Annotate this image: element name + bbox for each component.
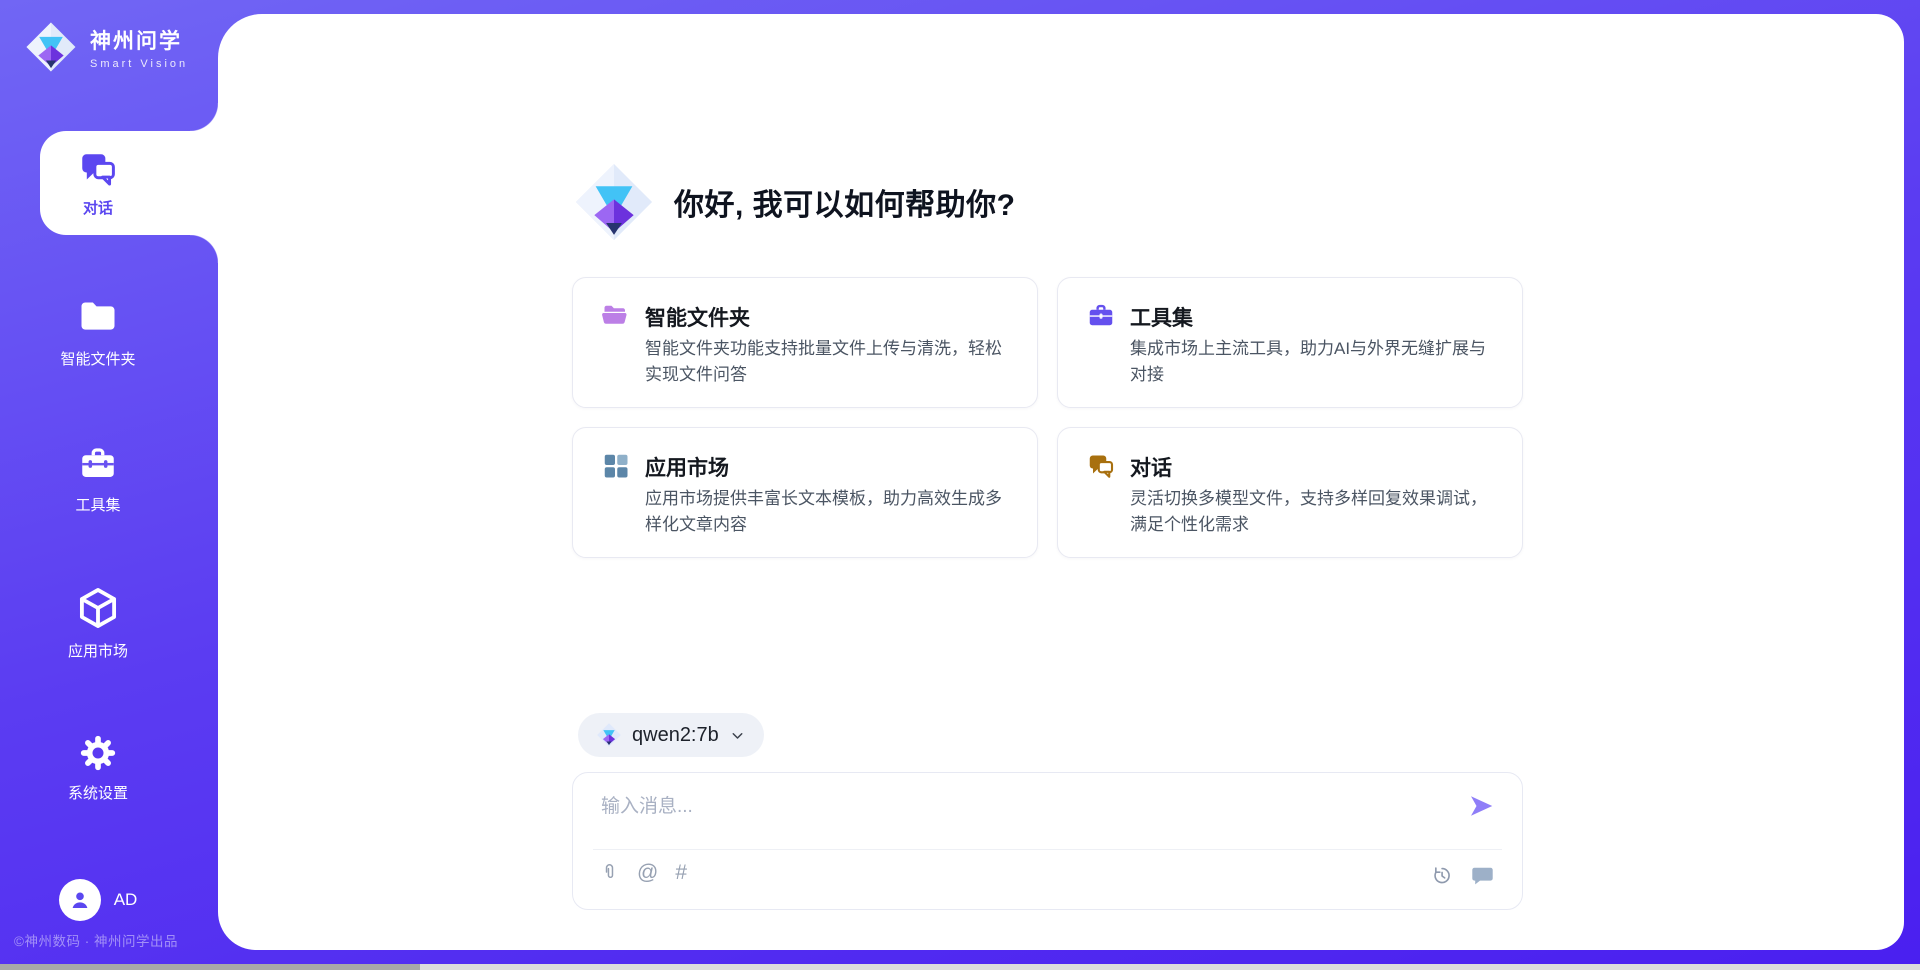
sidebar-item-chat[interactable]: 对话: [40, 131, 218, 235]
sidebar-item-label: 智能文件夹: [60, 348, 135, 369]
composer-tools: @ #: [599, 861, 687, 884]
attach-icon: [599, 861, 620, 884]
chat-icon: [77, 148, 119, 190]
card-app-market[interactable]: 应用市场 应用市场提供丰富长文本模板，助力高效生成多样化文章内容: [572, 427, 1038, 558]
card-smart-folder[interactable]: 智能文件夹 智能文件夹功能支持批量文件上传与清洗，轻松实现文件问答: [572, 277, 1038, 408]
model-selector[interactable]: qwen2:7b: [578, 713, 764, 757]
chevron-down-icon: [729, 727, 746, 744]
user-profile[interactable]: AD: [0, 879, 196, 921]
tab-corner-bottom: [190, 235, 218, 263]
tab-corner-top: [190, 103, 218, 131]
horizontal-scrollbar[interactable]: [0, 964, 1920, 970]
card-chat[interactable]: 对话 灵活切换多模型文件，支持多样回复效果调试，满足个性化需求: [1057, 427, 1523, 558]
avatar: [59, 879, 101, 921]
send-button[interactable]: [1466, 791, 1496, 821]
card-toolset[interactable]: 工具集 集成市场上主流工具，助力AI与外界无缝扩展与对接: [1057, 277, 1523, 408]
message-input[interactable]: [599, 789, 1433, 845]
composer-right-tools: [1430, 863, 1496, 888]
sidebar-item-settings[interactable]: 系统设置: [0, 733, 196, 803]
sidebar: 神州问学 Smart Vision 对话 智能文件夹: [0, 0, 218, 970]
sidebar-item-label: 对话: [83, 197, 113, 218]
copyright: ©神州数码 · 神州问学出品: [14, 930, 178, 950]
scrollbar-thumb[interactable]: [0, 964, 420, 970]
feedback-button[interactable]: [1469, 863, 1496, 888]
folder-icon: [76, 295, 120, 339]
card-title: 工具集: [1130, 302, 1193, 332]
feature-cards: 智能文件夹 智能文件夹功能支持批量文件上传与清洗，轻松实现文件问答 工具集 集成…: [572, 277, 1523, 558]
sidebar-item-label: 系统设置: [68, 782, 128, 803]
sidebar-item-app-market[interactable]: 应用市场: [0, 585, 196, 661]
attach-button[interactable]: [599, 861, 620, 884]
sidebar-item-label: 应用市场: [68, 640, 128, 661]
brand-name: 神州问学: [90, 25, 188, 55]
brand-subtitle: Smart Vision: [90, 58, 188, 70]
cube-icon: [75, 585, 121, 631]
card-title: 对话: [1130, 452, 1172, 482]
greeting-title: 你好, 我可以如何帮助你?: [674, 180, 1016, 224]
folder-open-icon: [601, 301, 631, 331]
composer-divider: [593, 849, 1502, 850]
brand: 神州问学 Smart Vision: [24, 20, 188, 74]
card-description: 集成市场上主流工具，助力AI与外界无缝扩展与对接: [1130, 336, 1496, 387]
send-icon: [1466, 791, 1496, 821]
hash-icon: #: [675, 862, 687, 883]
mention-icon: @: [637, 862, 658, 883]
brand-logo-icon: [24, 20, 78, 74]
card-description: 智能文件夹功能支持批量文件上传与清洗，轻松实现文件问答: [645, 336, 1011, 387]
card-description: 灵活切换多模型文件，支持多样回复效果调试，满足个性化需求: [1130, 486, 1496, 537]
card-title: 智能文件夹: [645, 302, 750, 332]
sidebar-item-toolset[interactable]: 工具集: [0, 443, 196, 515]
greeting: 你好, 我可以如何帮助你?: [572, 160, 1016, 244]
sidebar-item-label: 工具集: [75, 494, 120, 515]
person-icon: [67, 887, 93, 913]
model-name: qwen2:7b: [632, 724, 719, 747]
user-initials: AD: [114, 890, 138, 910]
hash-button[interactable]: #: [675, 862, 687, 883]
chat-bubble-icon: [1469, 863, 1496, 888]
sidebar-item-smart-folder[interactable]: 智能文件夹: [0, 295, 196, 369]
card-title: 应用市场: [645, 452, 729, 482]
model-logo-icon: [596, 722, 622, 748]
toolbox-icon: [77, 443, 119, 485]
mention-button[interactable]: @: [637, 862, 658, 883]
message-composer: @ #: [572, 772, 1523, 910]
assistant-logo-icon: [572, 160, 656, 244]
main-panel: 你好, 我可以如何帮助你? 智能文件夹 智能文件夹功能支持批量文件上传与清洗，轻…: [218, 14, 1904, 950]
card-description: 应用市场提供丰富长文本模板，助力高效生成多样化文章内容: [645, 486, 1011, 537]
history-button[interactable]: [1430, 864, 1453, 887]
gear-icon: [78, 733, 118, 773]
chat-bubbles-icon: [1086, 451, 1116, 481]
toolbox-icon: [1086, 301, 1116, 331]
history-icon: [1430, 864, 1453, 887]
apps-grid-icon: [601, 451, 631, 481]
